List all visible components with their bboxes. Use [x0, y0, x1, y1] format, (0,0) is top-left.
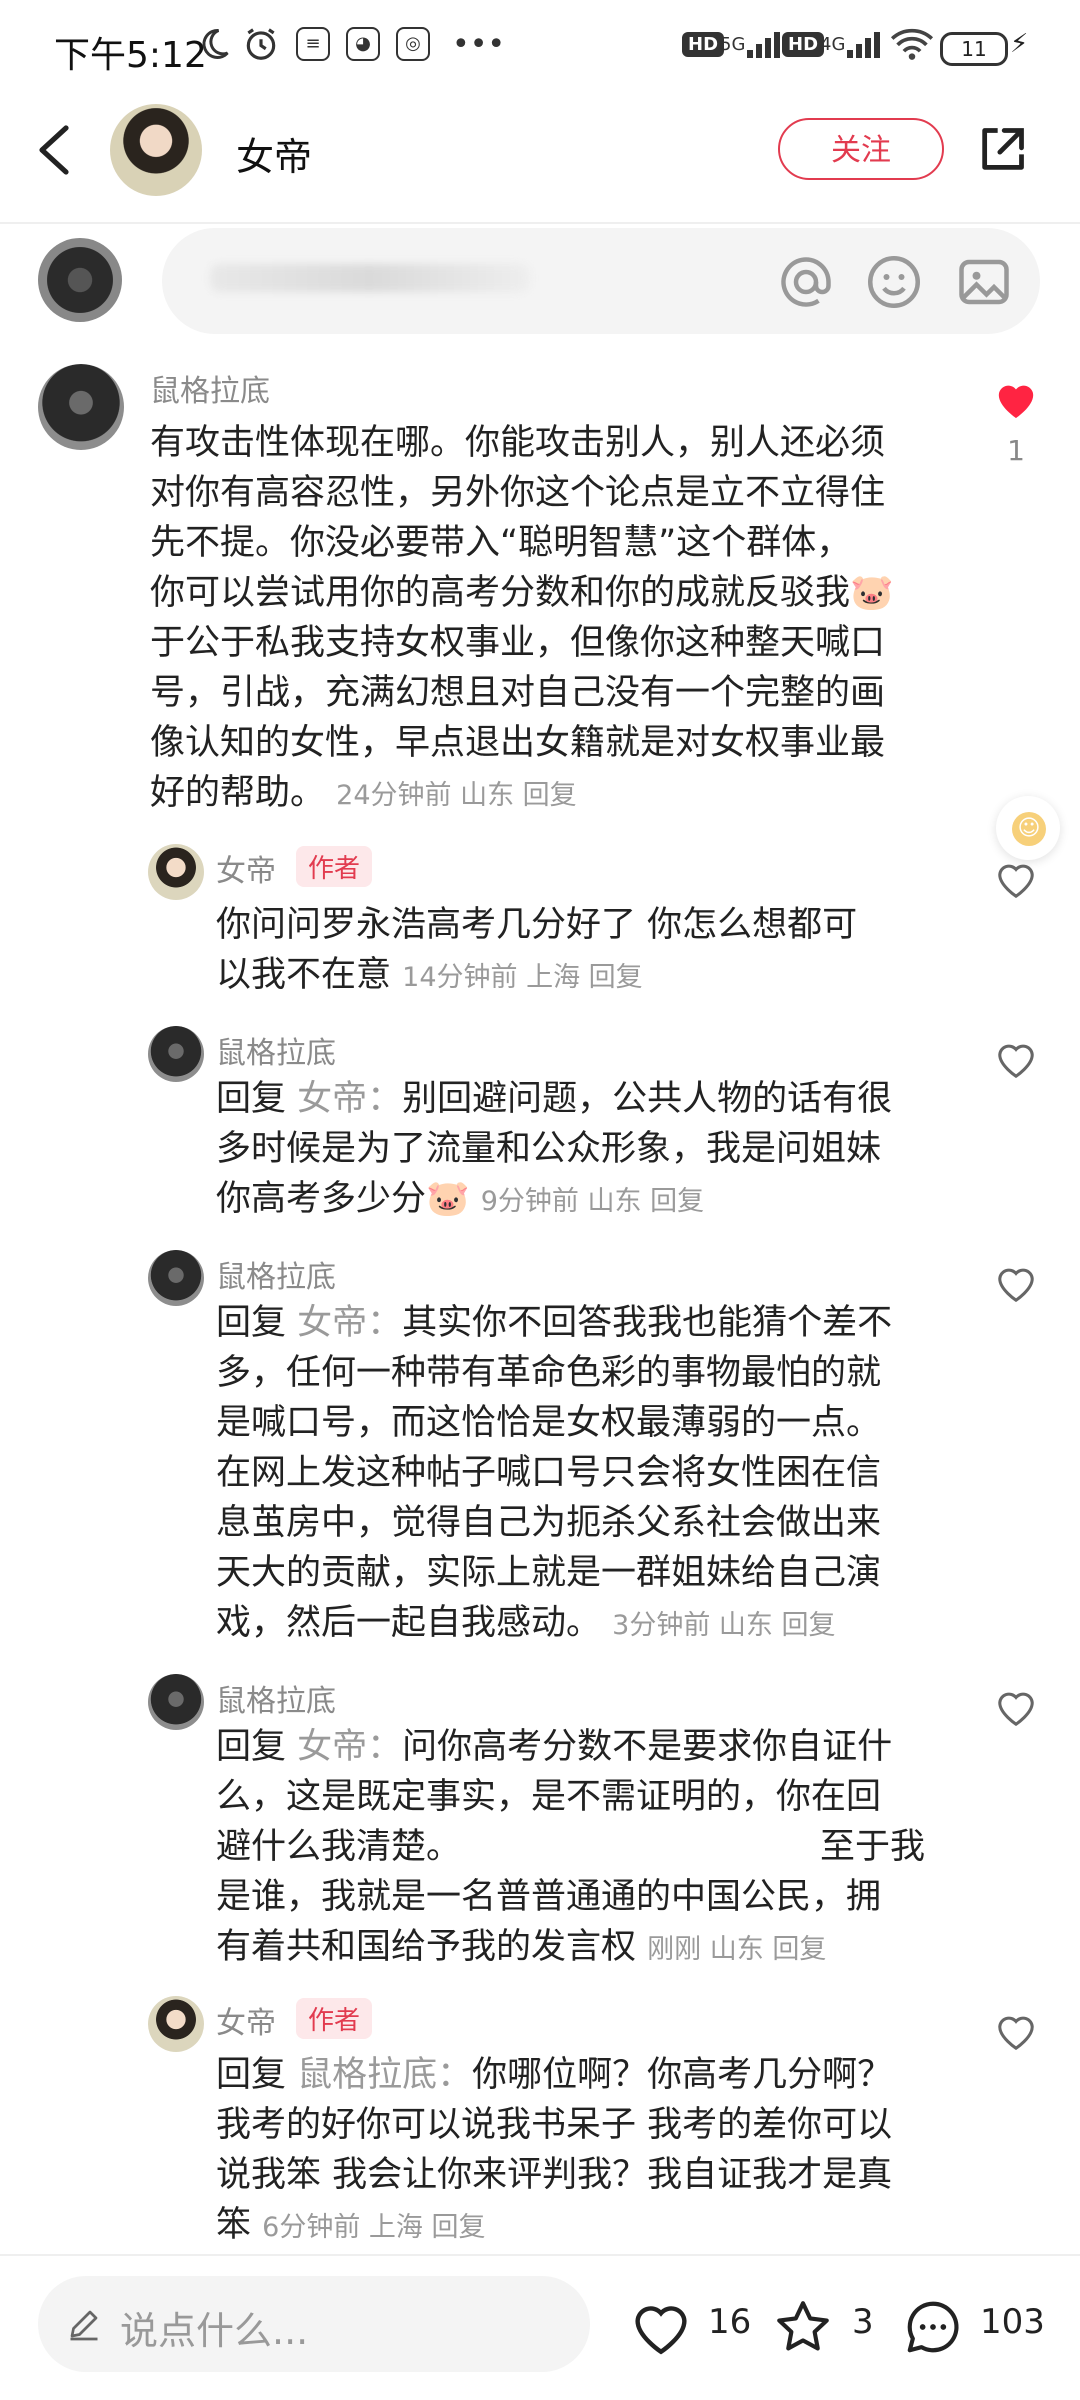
author-name[interactable]: 女帝	[236, 126, 312, 181]
header-divider	[0, 222, 1080, 224]
comment-avatar[interactable]	[148, 1026, 204, 1082]
emoji-icon[interactable]	[864, 252, 924, 312]
wifi-icon	[890, 24, 934, 64]
comment-author[interactable]: 女帝	[216, 1998, 276, 2042]
comment-text: 有攻击性体现在哪。你能攻击别人，别人还必须 对你有高容忍性，另外你这个论点是立不…	[150, 423, 894, 813]
share-icon[interactable]	[976, 124, 1028, 176]
heart-outline-icon[interactable]	[993, 858, 1039, 900]
heart-outline-icon[interactable]	[993, 1038, 1039, 1080]
comment-author[interactable]: 鼠格拉底	[216, 1252, 336, 1296]
reply-to-name: 女帝：	[297, 1727, 403, 1767]
battery-icon: 11	[940, 32, 1008, 66]
heart-outline-icon[interactable]	[993, 1262, 1039, 1304]
follow-button[interactable]: 关注	[778, 118, 944, 180]
comment-author[interactable]: 鼠格拉底	[216, 1028, 336, 1072]
like-icon[interactable]	[628, 2296, 694, 2358]
reply-to-name: 鼠格拉底：	[297, 2055, 473, 2095]
comment-text: 回复 女帝：其实你不回答我我也能猜个差不 多，任何一种带有革命色彩的事物最怕的就…	[216, 1303, 893, 1643]
alarm-icon	[242, 24, 280, 64]
pencil-icon	[66, 2306, 102, 2342]
signal-4g-icon: 4G	[820, 24, 881, 64]
heart-outline-icon[interactable]	[993, 1686, 1039, 1728]
comment-text: 回复 鼠格拉底：你哪位啊？你高考几分啊？ 我考的好你可以说我书呆子 我考的差你可…	[216, 2055, 893, 2245]
moon-icon	[196, 24, 232, 64]
notes-app-icon: ≡	[296, 24, 330, 64]
bottom-divider	[0, 2254, 1080, 2256]
blurred-draft-text	[210, 264, 530, 292]
status-time: 下午5:12	[54, 35, 207, 76]
heart-filled-icon[interactable]	[993, 378, 1039, 420]
charging-icon: ⚡	[1010, 29, 1029, 59]
comment-avatar[interactable]	[148, 1250, 204, 1306]
comment-text: 回复 女帝：问你高考分数不是要求你自证什 么，这是既定事实，是不需证明的，你在回…	[216, 1727, 926, 1967]
comment-icon[interactable]	[900, 2296, 966, 2358]
mention-icon[interactable]	[776, 252, 836, 312]
comment-avatar[interactable]	[38, 364, 124, 450]
comment-meta: 24分钟前 山东 回复	[336, 780, 577, 811]
reply-to-name: 女帝：	[297, 1303, 403, 1343]
heart-outline-icon[interactable]	[993, 2010, 1039, 2052]
comment-avatar[interactable]	[148, 844, 204, 900]
comment-avatar[interactable]	[148, 1674, 204, 1730]
hd-badge-2: HD	[782, 24, 825, 64]
author-badge: 作者	[296, 846, 373, 887]
author-avatar[interactable]	[110, 104, 202, 196]
bottom-input-placeholder[interactable]: 说点什么...	[120, 2300, 308, 2355]
star-count: 3	[852, 2302, 874, 2342]
signal-5g-icon: 5G	[720, 24, 781, 64]
baby-emoji-icon: 🐷	[850, 573, 894, 613]
star-icon[interactable]	[770, 2296, 836, 2358]
comment-author[interactable]: 鼠格拉底	[216, 1676, 336, 1720]
comment-meta: 3分钟前 山东 回复	[612, 1610, 836, 1641]
comment-meta: 刚刚 山东 回复	[647, 1934, 827, 1965]
my-avatar	[38, 238, 122, 322]
comment-meta: 14分钟前 上海 回复	[402, 962, 643, 993]
back-icon[interactable]	[30, 120, 78, 180]
more-notifications-icon: •••	[452, 26, 506, 62]
app-notification-icon: ◎	[396, 24, 430, 64]
reply-to-name: 女帝：	[297, 1079, 403, 1119]
image-icon[interactable]	[954, 252, 1014, 312]
like-count: 16	[708, 2302, 752, 2342]
hd-badge-1: HD	[682, 24, 725, 64]
comment-meta: 6分钟前 上海 回复	[262, 2212, 486, 2243]
comment-meta: 9分钟前 山东 回复	[480, 1186, 705, 1217]
comment-text: 回复 女帝：别回避问题，公共人物的话有很 多时候是为了流量和公众形象，我是问姐妹…	[216, 1079, 893, 1219]
comment-author[interactable]: 鼠格拉底	[150, 366, 270, 410]
comment-text: 你问问罗永浩高考几分好了 你怎么想都可 以我不在意 14分钟前 上海 回复	[216, 905, 858, 995]
comment-like-count: 1	[1007, 434, 1025, 467]
accessibility-icon: ☺	[1012, 812, 1046, 846]
baby-emoji-icon: 🐷	[426, 1179, 470, 1219]
comment-author[interactable]: 女帝	[216, 846, 276, 890]
comment-avatar[interactable]	[148, 1996, 204, 2052]
wechat-icon: ◕	[346, 24, 380, 64]
author-badge: 作者	[296, 1998, 373, 2039]
comment-count: 103	[980, 2302, 1045, 2342]
